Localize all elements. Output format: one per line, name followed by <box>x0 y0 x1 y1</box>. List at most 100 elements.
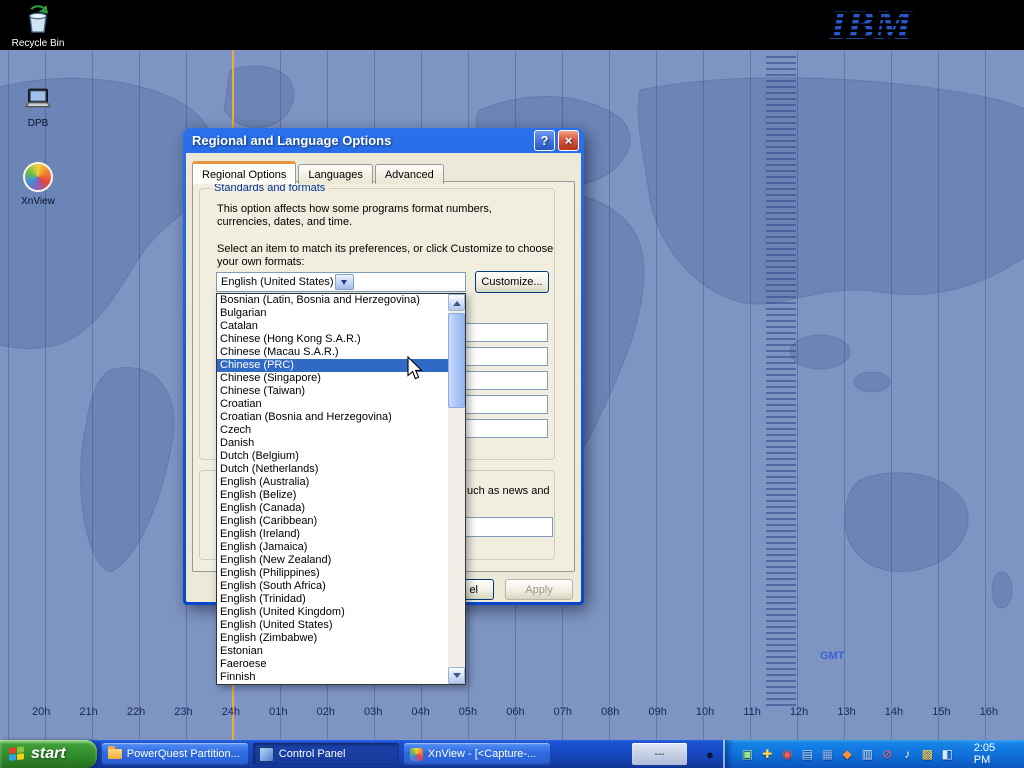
start-button[interactable]: start <box>0 740 97 768</box>
desktop-icon-recycle-bin[interactable]: Recycle Bin <box>10 4 66 49</box>
language-list-item[interactable]: Danish <box>217 437 448 450</box>
apply-button[interactable]: Apply <box>505 579 573 600</box>
dialog-title: Regional and Language Options <box>192 133 391 148</box>
scrollbar-thumb[interactable] <box>448 313 465 408</box>
dateline-hatch <box>766 56 796 706</box>
language-list-item[interactable]: Croatian (Bosnia and Herzegovina) <box>217 411 448 424</box>
taskbar-item-label: XnView - [<Capture-... <box>428 748 536 760</box>
taskbar-item-xnview[interactable]: XnView - [<Capture-... <box>404 743 550 765</box>
timezone-label: 02h <box>317 706 335 718</box>
tray-icon[interactable]: ▣ <box>739 746 756 763</box>
timezone-label-row: 20h21h22h23h24h01h02h03h04h05h06h07h08h0… <box>32 706 998 718</box>
language-list-item[interactable]: Bosnian (Latin, Bosnia and Herzegovina) <box>217 294 448 307</box>
tray-icon[interactable]: ▤ <box>799 746 816 763</box>
tray-icon[interactable]: ◧ <box>939 746 956 763</box>
timezone-label: 07h <box>554 706 572 718</box>
taskbar-program-icon[interactable]: ● <box>697 747 723 762</box>
language-list-item[interactable]: English (Trinidad) <box>217 593 448 606</box>
language-list-item[interactable]: English (Jamaica) <box>217 541 448 554</box>
timezone-label: 05h <box>459 706 477 718</box>
language-list-item[interactable]: Dutch (Netherlands) <box>217 463 448 476</box>
tray-icon[interactable]: ⊘ <box>879 746 896 763</box>
desktop-icon-label: DPB <box>10 118 66 129</box>
customize-button[interactable]: Customize... <box>475 271 549 293</box>
timezone-label: 20h <box>32 706 50 718</box>
language-list-item[interactable]: Croatian <box>217 398 448 411</box>
combobox-dropdown-button[interactable] <box>335 274 354 290</box>
timezone-label: 15h <box>932 706 950 718</box>
tray-icon[interactable]: ▦ <box>819 746 836 763</box>
timezone-label: 06h <box>506 706 524 718</box>
language-list-item[interactable]: English (Philippines) <box>217 567 448 580</box>
desktop-icon-label: Recycle Bin <box>10 38 66 49</box>
language-list-item[interactable]: Chinese (PRC) <box>217 359 448 372</box>
language-list-item[interactable]: Catalan <box>217 320 448 333</box>
language-list-item[interactable]: English (Zimbabwe) <box>217 632 448 645</box>
standards-instruction: Select an item to match its preferences,… <box>217 243 557 269</box>
desktop-icon-label: XnView <box>10 196 66 207</box>
timezone-label: 22h <box>127 706 145 718</box>
folder-icon <box>108 749 122 759</box>
taskbar-item-label: Control Panel <box>279 748 346 760</box>
language-list-item[interactable]: English (United Kingdom) <box>217 606 448 619</box>
tab-advanced[interactable]: Advanced <box>375 164 444 184</box>
desktop-icon-xnview[interactable]: XnView <box>10 160 66 207</box>
list-scrollbar[interactable] <box>448 294 465 684</box>
scroll-up-button[interactable] <box>448 294 465 311</box>
language-list-item[interactable]: Chinese (Macau S.A.R.) <box>217 346 448 359</box>
taskbar: start PowerQuest Partition... Control Pa… <box>0 740 1024 768</box>
tab-languages[interactable]: Languages <box>298 164 372 184</box>
desktop-icon-dpb[interactable]: DPB <box>10 84 66 129</box>
tab-regional-options[interactable]: Regional Options <box>192 161 296 184</box>
timezone-label: 13h <box>837 706 855 718</box>
language-list-item[interactable]: Czech <box>217 424 448 437</box>
tray-icon[interactable]: ◉ <box>779 746 796 763</box>
language-list-item[interactable]: English (Belize) <box>217 489 448 502</box>
tray-icon[interactable]: ♪ <box>899 746 916 763</box>
format-combobox-value: English (United States) <box>221 276 334 288</box>
language-list-item[interactable]: English (Australia) <box>217 476 448 489</box>
language-list-item[interactable]: Chinese (Hong Kong S.A.R.) <box>217 333 448 346</box>
language-list-item[interactable]: Chinese (Taiwan) <box>217 385 448 398</box>
taskbar-item-powerquest[interactable]: PowerQuest Partition... <box>102 743 248 765</box>
timezone-label: 23h <box>174 706 192 718</box>
timezone-label: 24h <box>222 706 240 718</box>
close-icon[interactable]: × <box>558 130 579 151</box>
scroll-down-button[interactable] <box>448 667 465 684</box>
tab-strip: Regional Options Languages Advanced <box>192 161 446 184</box>
language-list-item[interactable]: English (Ireland) <box>217 528 448 541</box>
ibm-logo-text: IBM <box>829 3 913 48</box>
gmt-label: GMT <box>820 650 844 662</box>
language-dropdown-list: Bosnian (Latin, Bosnia and Herzegovina)B… <box>216 293 466 685</box>
taskbar-item-control-panel[interactable]: Control Panel <box>253 743 399 765</box>
laptop-icon <box>21 84 55 116</box>
tray-icon[interactable]: ✚ <box>759 746 776 763</box>
tray-icon[interactable]: ▥ <box>859 746 876 763</box>
timezone-label: 01h <box>269 706 287 718</box>
language-list-item[interactable]: Chinese (Singapore) <box>217 372 448 385</box>
language-list-item[interactable]: English (Canada) <box>217 502 448 515</box>
timezone-label: 21h <box>79 706 97 718</box>
recycle-bin-icon <box>21 4 55 36</box>
location-text-fragment: uch as news and <box>467 485 557 498</box>
clock-area[interactable]: 2:05 PM <box>966 740 1024 768</box>
language-list-item[interactable]: English (South Africa) <box>217 580 448 593</box>
arrow-down-icon <box>453 673 461 682</box>
language-list-item[interactable]: English (Caribbean) <box>217 515 448 528</box>
timezone-label: 11h <box>743 706 761 718</box>
language-list-item[interactable]: English (New Zealand) <box>217 554 448 567</box>
language-list-item[interactable]: English (United States) <box>217 619 448 632</box>
tray-icon[interactable]: ◆ <box>839 746 856 763</box>
format-combobox[interactable]: English (United States) <box>216 272 466 292</box>
taskbar-mini-button[interactable]: --- <box>632 743 687 765</box>
language-list-item[interactable]: Estonian <box>217 645 448 658</box>
language-list-item[interactable]: Bulgarian <box>217 307 448 320</box>
language-list-item[interactable]: Faeroese <box>217 658 448 671</box>
language-list-item[interactable]: Finnish <box>217 671 448 684</box>
arrow-up-icon <box>453 297 461 306</box>
dialog-title-bar[interactable]: Regional and Language Options ? × <box>186 128 581 153</box>
timezone-label: 04h <box>411 706 429 718</box>
help-button[interactable]: ? <box>534 130 555 151</box>
language-list-item[interactable]: Dutch (Belgium) <box>217 450 448 463</box>
tray-icon[interactable]: ▩ <box>919 746 936 763</box>
